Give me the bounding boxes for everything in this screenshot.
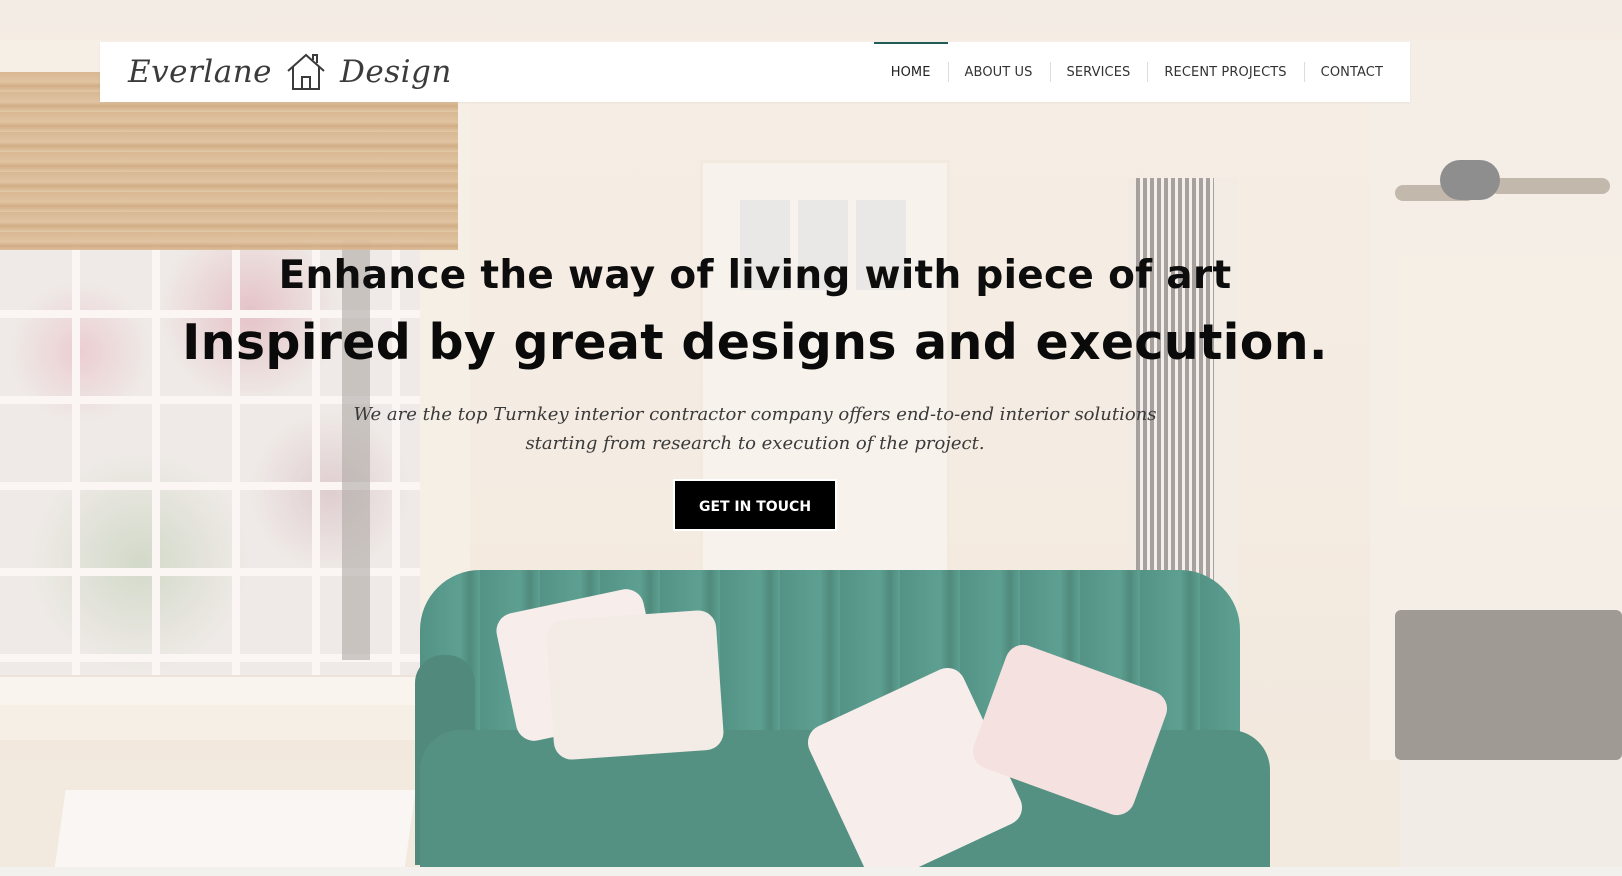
nav-about-us[interactable]: ABOUT US	[947, 42, 1050, 102]
nav-contact[interactable]: CONTACT	[1303, 42, 1400, 102]
site-logo[interactable]: Everlane Design	[100, 42, 452, 102]
hero-headline-primary: Enhance the way of living with piece of …	[278, 253, 1232, 298]
hero-section: Enhance the way of living with piece of …	[0, 0, 1622, 867]
main-nav: HOME ABOUT US SERVICES RECENT PROJECTS C…	[873, 42, 1410, 102]
site-header: Everlane Design HOME ABOUT US SERVICES R…	[100, 42, 1410, 102]
hero-subtitle-line-2: starting from research to execution of t…	[525, 433, 985, 454]
hero-headline-secondary: Inspired by great designs and execution.	[182, 314, 1328, 371]
nav-services[interactable]: SERVICES	[1049, 42, 1148, 102]
nav-recent-projects[interactable]: RECENT PROJECTS	[1147, 42, 1303, 102]
get-in-touch-button[interactable]: GET IN TOUCH	[673, 479, 837, 531]
hero-text-block: Enhance the way of living with piece of …	[0, 246, 1510, 531]
bottom-strip	[0, 867, 1622, 876]
logo-word-left: Everlane	[128, 54, 273, 90]
logo-word-right: Design	[340, 54, 452, 90]
hero-subtitle: We are the top Turnkey interior contract…	[0, 400, 1510, 458]
hero-subtitle-line-1: We are the top Turnkey interior contract…	[353, 404, 1157, 425]
house-outline-icon	[287, 53, 325, 90]
nav-home[interactable]: HOME	[873, 42, 948, 102]
